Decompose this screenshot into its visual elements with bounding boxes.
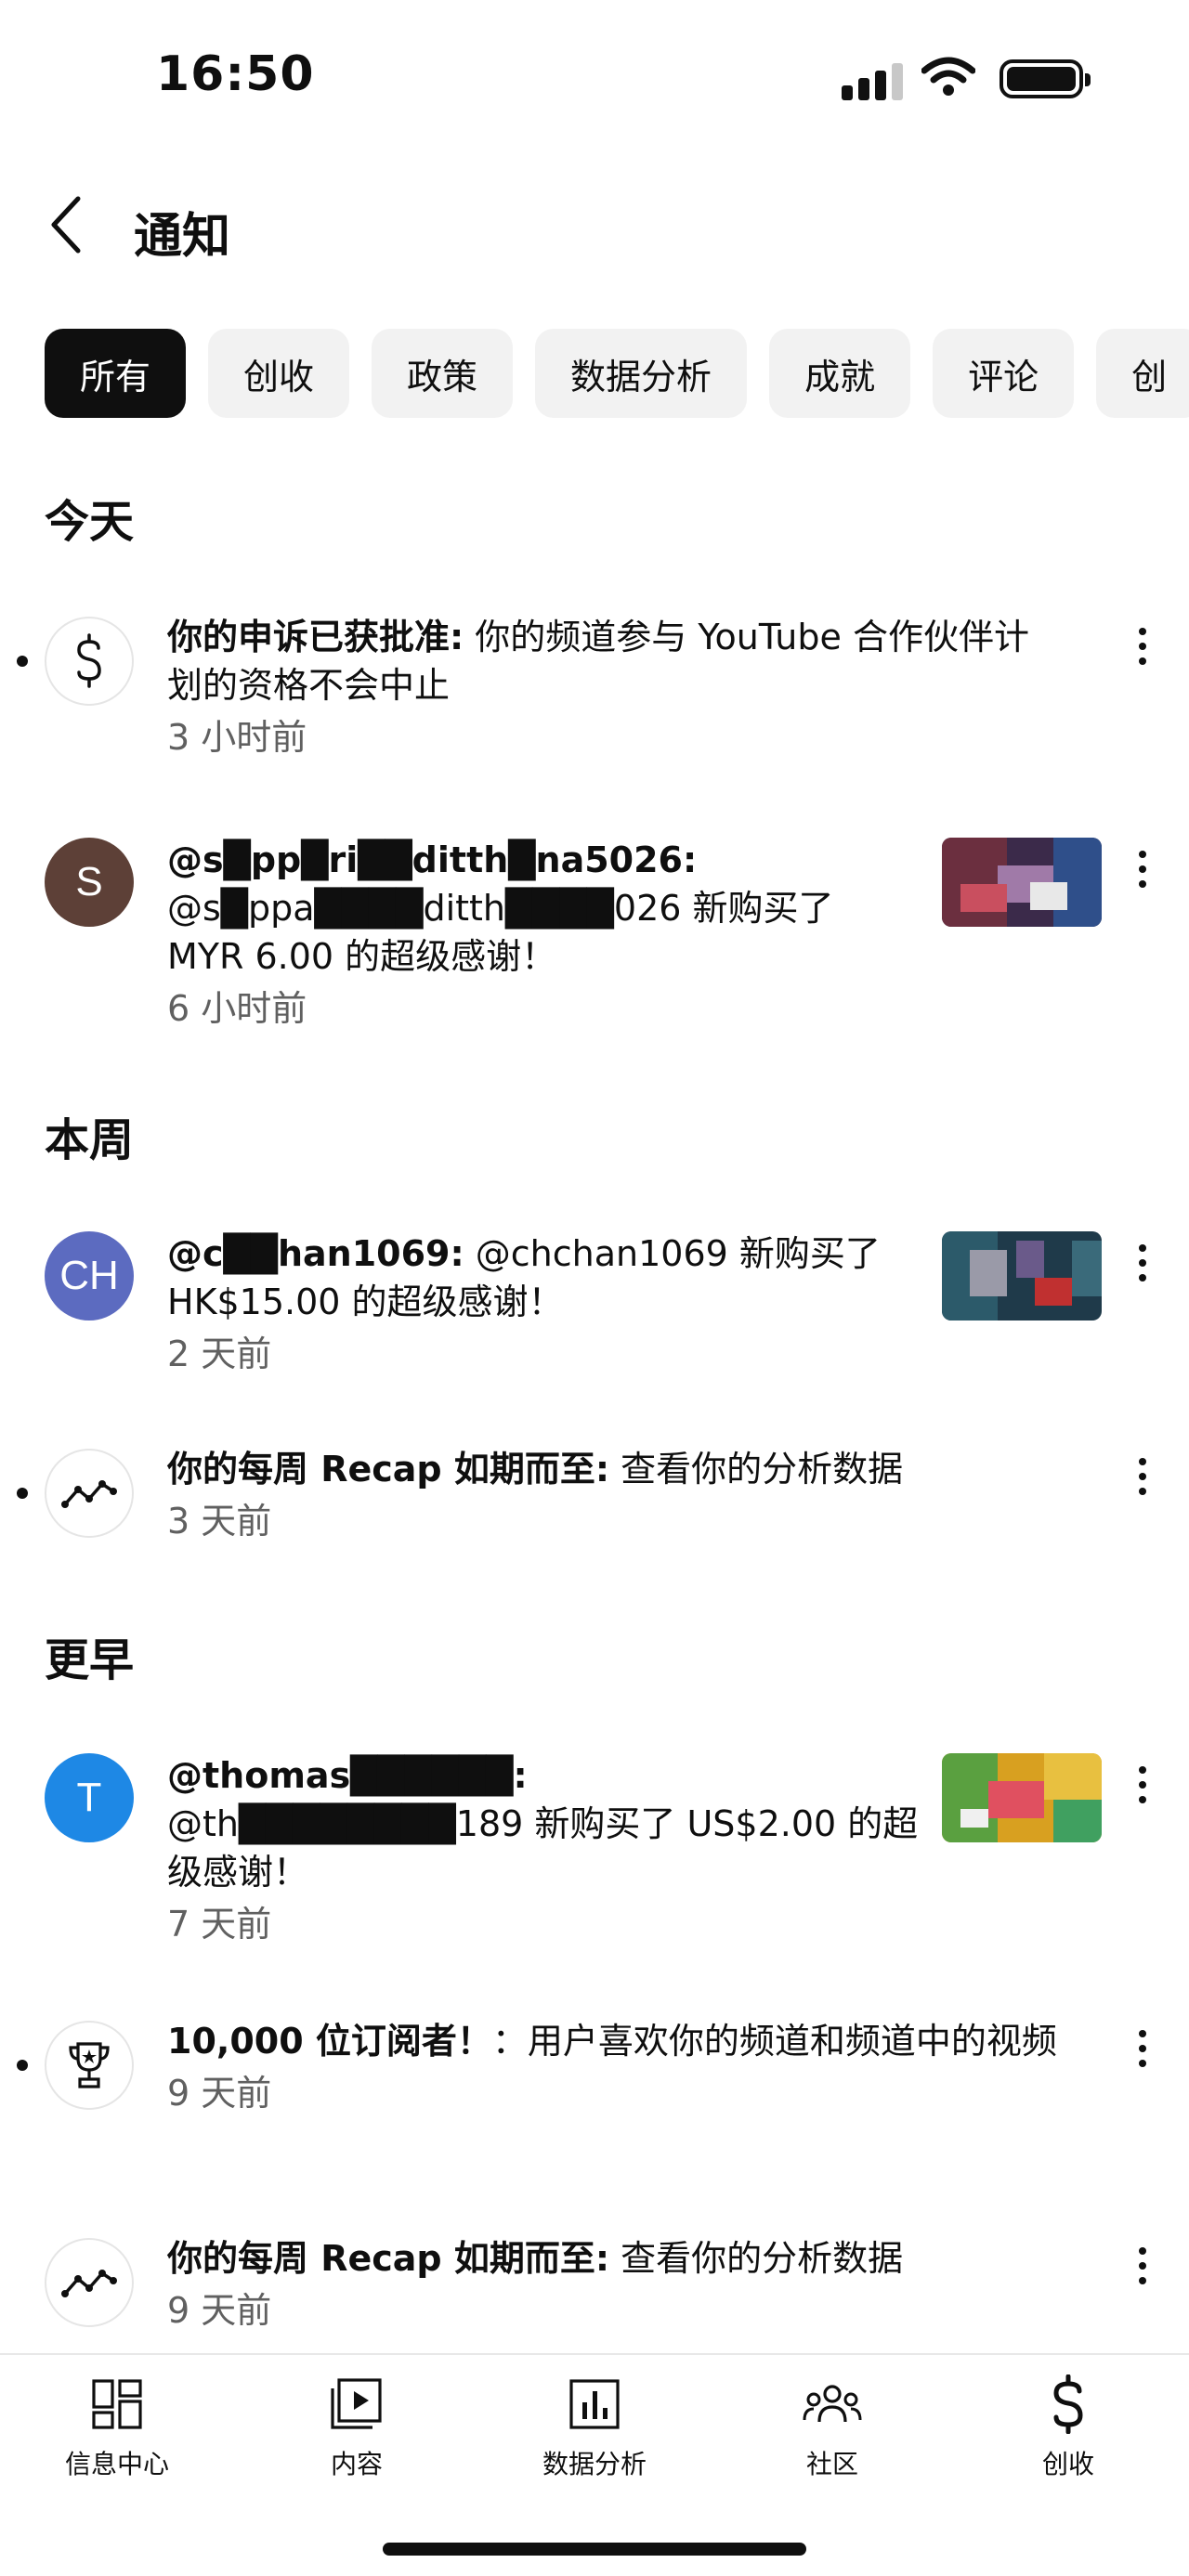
notification-title: @c██han1069: [167,1233,464,1274]
notification-text: 你的每周 Recap 如期而至: 查看你的分析数据 3 天前 [167,1445,1059,1545]
notification-title: 你的每周 Recap 如期而至: [167,1449,610,1490]
more-options-button[interactable] [1124,1235,1161,1291]
chip-achievements[interactable]: 成就 [769,329,911,418]
video-thumbnail[interactable] [942,838,1102,927]
section-title-this-week: 本周 [45,1114,135,1166]
analytics-trend-icon [45,2238,134,2327]
unread-dot [17,2060,28,2071]
notification-title: 你的每周 Recap 如期而至: [167,2238,610,2279]
more-options-button[interactable] [1124,841,1161,897]
chip-earn[interactable]: 创收 [208,329,350,418]
notification-time: 9 天前 [167,2290,272,2331]
chip-policy[interactable]: 政策 [372,329,514,418]
notification-title: @s█pp█ri██ditth█na5026: [167,839,698,880]
avatar: CH [45,1231,134,1321]
analytics-icon [568,2372,621,2437]
dashboard-icon [91,2372,143,2437]
home-indicator[interactable] [383,2543,806,2556]
notification-title: 10,000 位订阅者！ [167,2021,492,2062]
notification-text: 你的每周 Recap 如期而至: 查看你的分析数据 9 天前 [167,2234,1059,2335]
avatar: S [45,838,134,927]
chip-create[interactable]: 创 [1096,329,1189,418]
notification-text: @c██han1069: @chchan1069 新购买了 HK$15.00 的… [167,1229,920,1378]
status-bar: 16:50 [0,0,1189,139]
notification-time: 2 天前 [167,1334,272,1374]
nav-label: 创收 [1041,2449,1094,2479]
chevron-left-icon [51,196,81,254]
content-icon [330,2372,384,2437]
trophy-icon [45,2021,134,2110]
status-time: 16:50 [156,46,315,102]
wifi-icon [921,56,976,102]
unread-dot [17,1488,28,1499]
community-icon [803,2372,862,2437]
notification-text: 你的申诉已获批准: 你的频道参与 YouTube 合作伙伴计划的资格不会中止 3… [167,613,1059,761]
dollar-icon [45,617,134,706]
chip-all[interactable]: 所有 [45,329,187,418]
nav-label: 社区 [805,2449,858,2479]
notification-time: 3 小时前 [167,717,307,758]
header: 通知 [0,176,1189,279]
notification-body: ：用户喜欢你的频道和频道中的视频 [491,2021,1057,2062]
earn-icon [1049,2372,1088,2437]
notification-body: 查看你的分析数据 [609,2238,904,2279]
notification-title: @thomas██████: [167,1755,528,1796]
notification-body: @th████████189 新购买了 US$2.00 的超级感谢！ [167,1803,919,1893]
notification-text: @thomas██████: @th████████189 新购买了 US$2.… [167,1751,920,1948]
nav-dashboard[interactable]: 信息中心 [24,2372,210,2502]
cellular-signal-icon [842,59,905,100]
video-thumbnail[interactable] [942,1231,1102,1321]
nav-label: 信息中心 [64,2449,169,2479]
nav-analytics[interactable]: 数据分析 [502,2372,687,2502]
nav-content[interactable]: 内容 [264,2372,450,2502]
notification-text: 10,000 位订阅者！：用户喜欢你的频道和频道中的视频 9 天前 [167,2017,1059,2117]
back-button[interactable] [37,188,93,262]
filter-chips: 所有 创收 政策 数据分析 成就 评论创 [45,329,1189,418]
notification-body: @s█ppa████ditth████026 新购买了 MYR 6.00 的超级… [167,888,834,977]
section-title-today: 今天 [45,496,135,548]
battery-icon [1000,59,1091,98]
section-title-earlier: 更早 [45,1634,135,1686]
notification-time: 3 天前 [167,1501,272,1542]
more-options-button[interactable] [1124,1449,1161,1504]
chip-analytics[interactable]: 数据分析 [535,329,748,418]
nav-earn[interactable]: 创收 [975,2372,1161,2502]
notification-text: @s█pp█ri██ditth█na5026: @s█ppa████ditth█… [167,836,920,1033]
notification-body: 查看你的分析数据 [609,1449,904,1490]
more-options-button[interactable] [1124,2238,1161,2294]
notification-time: 7 天前 [167,1904,272,1945]
avatar: T [45,1753,134,1842]
notification-time: 6 小时前 [167,988,307,1029]
nav-label: 数据分析 [542,2449,647,2479]
more-options-button[interactable] [1124,618,1161,674]
more-options-button[interactable] [1124,1757,1161,1813]
notification-time: 9 天前 [167,2073,272,2114]
nav-label: 内容 [330,2449,383,2479]
unread-dot [17,656,28,667]
page-title: 通知 [134,209,231,265]
video-thumbnail[interactable] [942,1753,1102,1842]
chip-comments[interactable]: 评论 [933,329,1075,418]
notification-title: 你的申诉已获批准: [167,617,464,657]
nav-community[interactable]: 社区 [739,2372,925,2502]
more-options-button[interactable] [1124,2021,1161,2076]
analytics-trend-icon [45,1449,134,1538]
